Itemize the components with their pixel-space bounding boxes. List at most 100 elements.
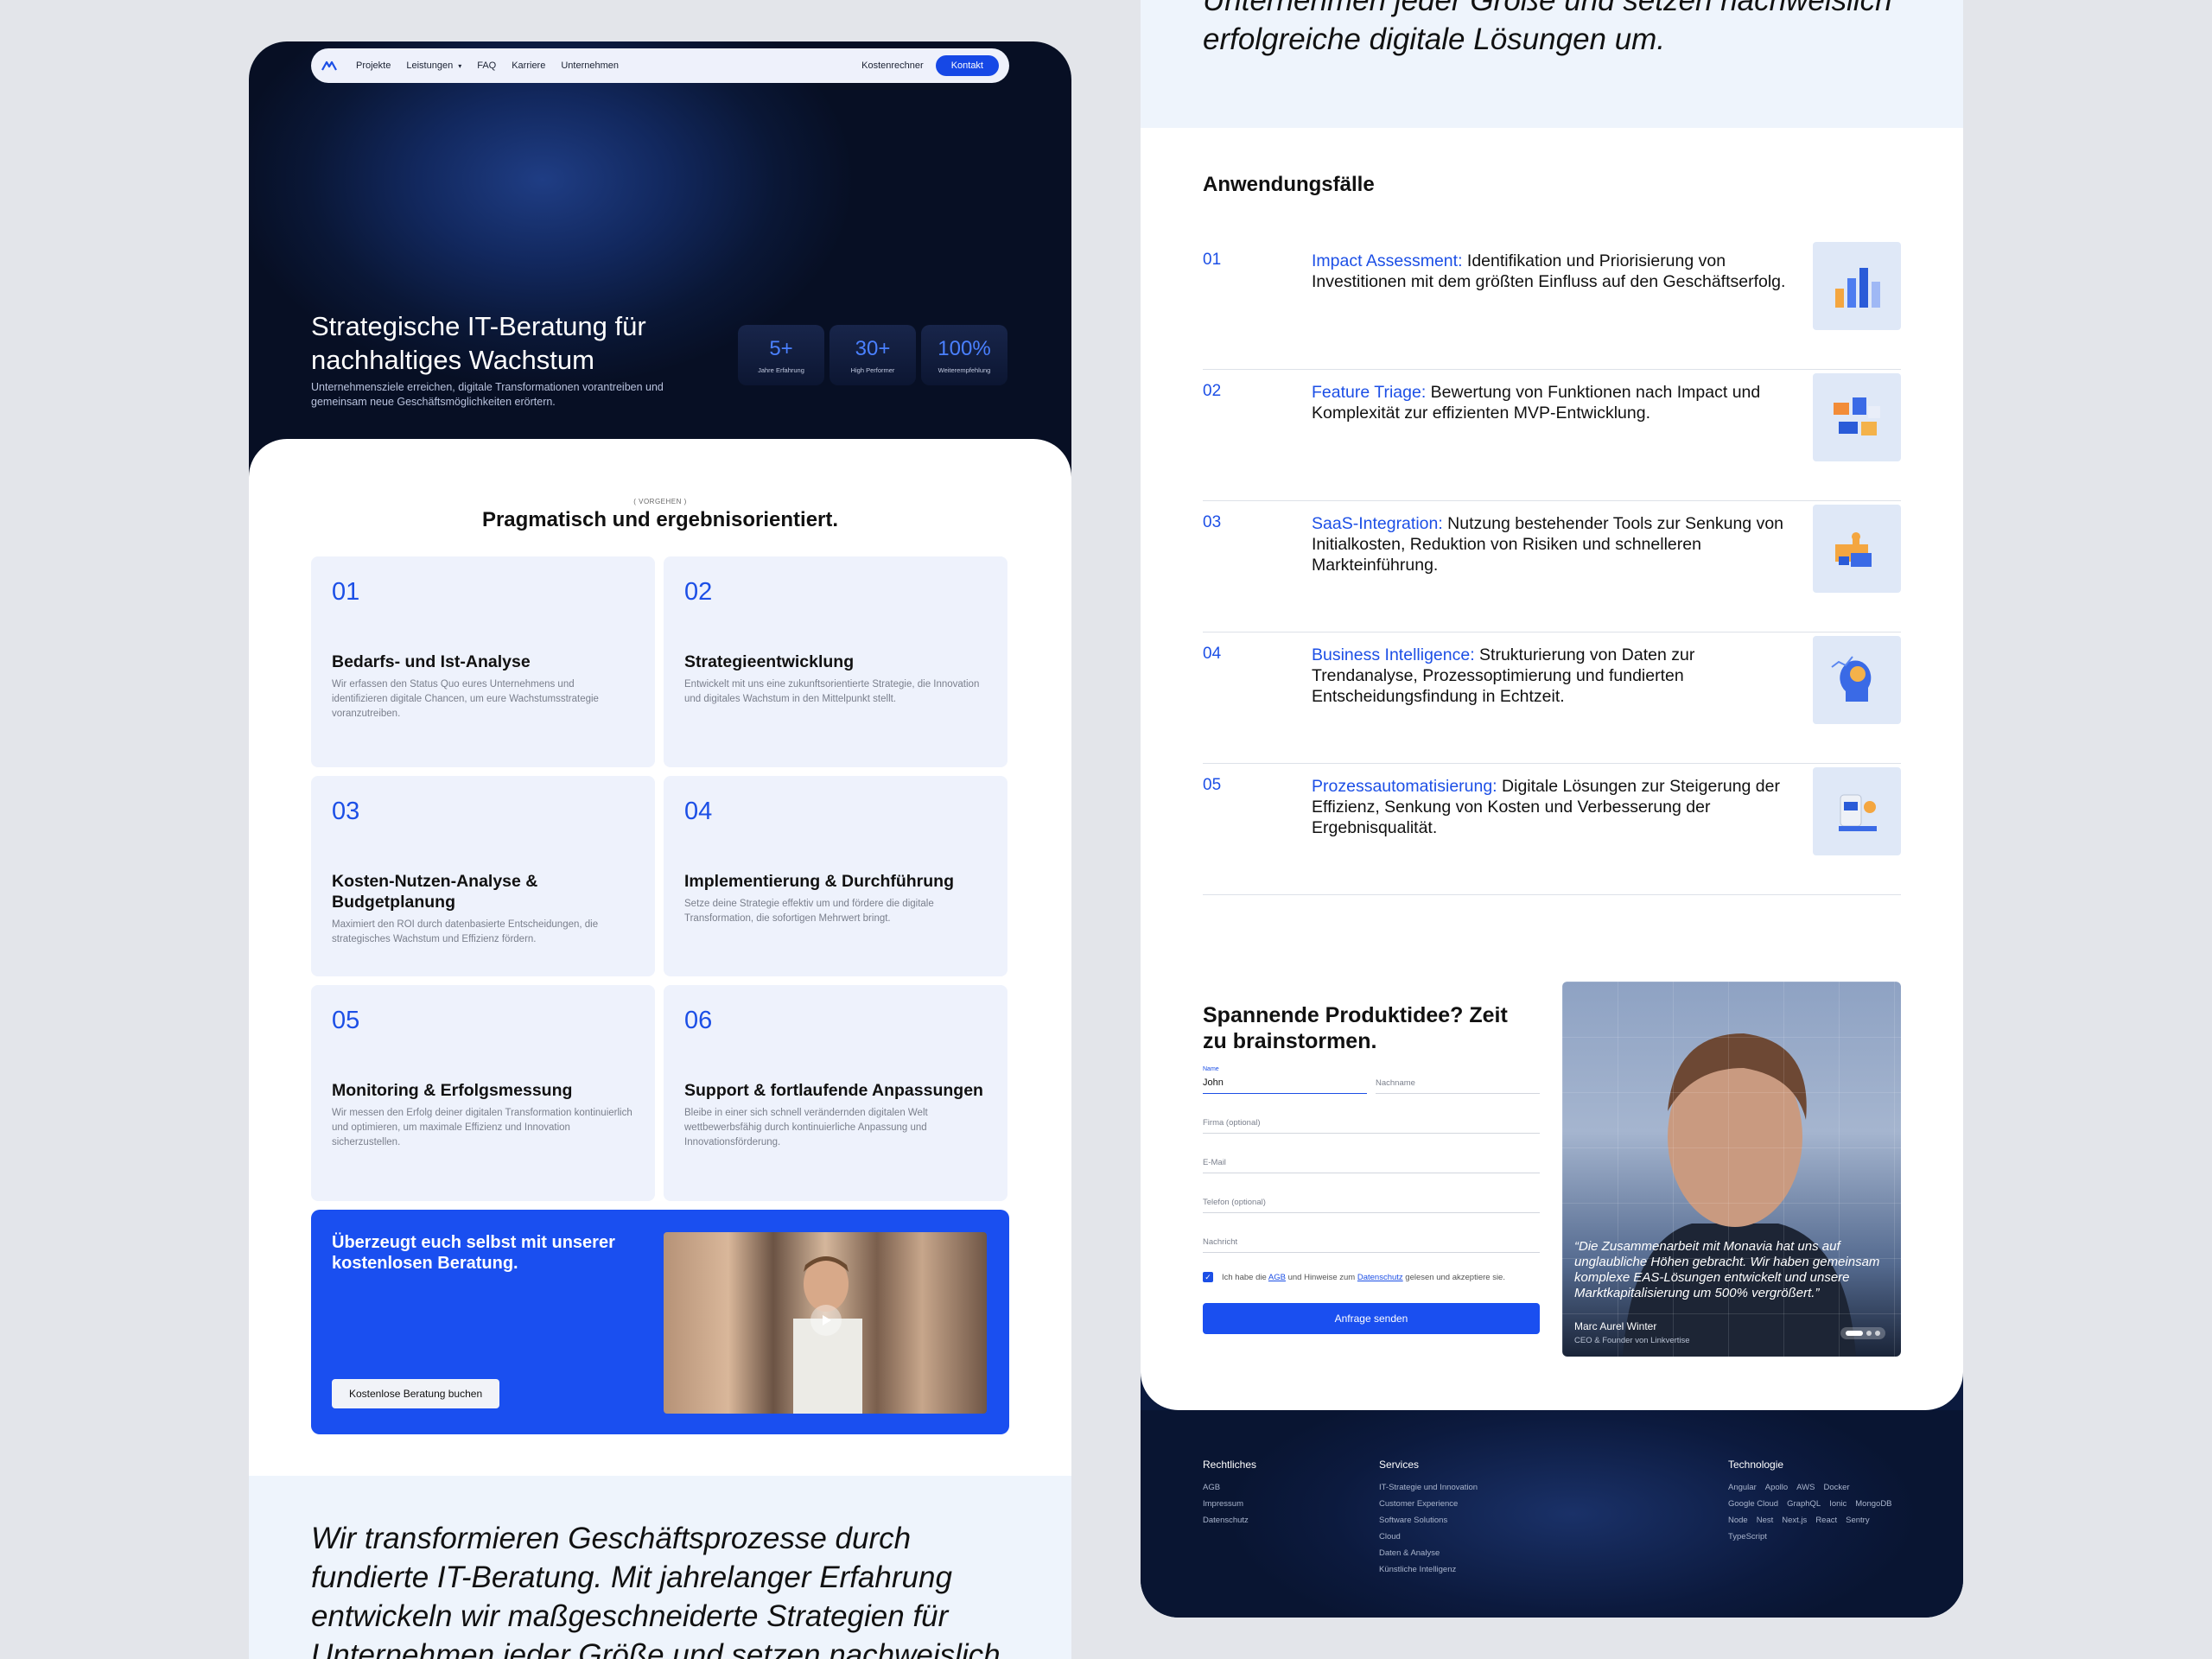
tech-item[interactable]: Apollo xyxy=(1765,1479,1788,1496)
nav-link-faq[interactable]: FAQ xyxy=(477,60,496,71)
first-name-field[interactable]: Name John xyxy=(1203,1066,1367,1094)
tech-item[interactable]: TypeScript xyxy=(1728,1529,1767,1545)
footer-link[interactable]: IT-Strategie und Innovation xyxy=(1379,1479,1478,1496)
usecase-text: Impact Assessment: Identifikation und Pr… xyxy=(1312,251,1796,292)
testimonial-author: Marc Aurel Winter xyxy=(1574,1320,1657,1332)
consent-row: ✓ Ich habe die AGB und Hinweise zum Date… xyxy=(1203,1272,1505,1282)
step-title: Implementierung & Durchführung xyxy=(684,872,954,891)
step-description: Bleibe in einer sich schnell verändernde… xyxy=(684,1108,928,1147)
footer-link[interactable]: Daten & Analyse xyxy=(1379,1545,1478,1561)
carousel-dot[interactable] xyxy=(1866,1331,1872,1336)
usecase-text: Business Intelligence: Strukturierung vo… xyxy=(1312,645,1796,707)
tech-item[interactable]: MongoDB xyxy=(1855,1496,1891,1512)
last-name-field[interactable]: Nachname xyxy=(1376,1068,1540,1094)
consent-text-part: und Hinweise zum xyxy=(1285,1272,1357,1282)
step-number: 05 xyxy=(332,1007,360,1034)
book-consultation-button[interactable]: Kostenlose Beratung buchen xyxy=(332,1379,500,1408)
consent-checkbox[interactable]: ✓ xyxy=(1203,1272,1213,1282)
email-field[interactable]: E-Mail xyxy=(1203,1147,1540,1173)
footer: Rechtliches AGB Impressum Datenschutz Se… xyxy=(1141,1410,1963,1618)
usecase-number: 05 xyxy=(1203,776,1222,794)
usecase-keyword: Feature Triage: xyxy=(1312,383,1427,402)
stat-label: Jahre Erfahrung xyxy=(758,366,804,374)
contact-button[interactable]: Kontakt xyxy=(935,55,999,76)
step-description: Setze deine Strategie effektiv um und fö… xyxy=(684,899,934,924)
tech-item[interactable]: Google Cloud xyxy=(1728,1496,1778,1512)
stats-row: 5+ Jahre Erfahrung 30+ High Performer 100%… xyxy=(738,325,1007,385)
nav-link-projekte[interactable]: Projekte xyxy=(356,60,391,71)
play-icon[interactable] xyxy=(810,1305,842,1336)
hero-title: Strategische IT-Beratung für nachhaltige… xyxy=(311,311,646,375)
video-thumbnail[interactable] xyxy=(664,1232,987,1414)
usecase-text: Feature Triage: Bewertung von Funktionen… xyxy=(1312,382,1796,423)
tech-item[interactable]: Ionic xyxy=(1829,1496,1847,1512)
hero-subtitle: Unternehmensziele erreichen, digitale Tr… xyxy=(311,381,664,408)
footer-link[interactable]: Künstliche Intelligenz xyxy=(1379,1561,1478,1578)
agb-link[interactable]: AGB xyxy=(1268,1273,1286,1282)
step-number: 04 xyxy=(684,798,713,825)
submit-button[interactable]: Anfrage senden xyxy=(1203,1303,1540,1334)
consent-text-part: Ich habe die xyxy=(1222,1272,1268,1282)
footer-link-agb[interactable]: AGB xyxy=(1203,1479,1256,1496)
footer-link[interactable]: Software Solutions xyxy=(1379,1512,1478,1529)
tech-item[interactable]: Docker xyxy=(1823,1479,1849,1496)
carousel-pagination[interactable] xyxy=(1840,1327,1885,1339)
left-page-panel: Projekte Leistungen ▾ FAQ Karriere Untern… xyxy=(249,41,1071,1659)
tech-list: Angular Apollo AWS Docker Google Cloud G… xyxy=(1728,1479,1901,1545)
usecase-row: 03 SaaS-Integration: Nutzung bestehender… xyxy=(1203,503,1901,632)
tech-item[interactable]: Sentry xyxy=(1846,1512,1869,1529)
nav-link-karriere[interactable]: Karriere xyxy=(512,60,545,71)
carousel-dot-active[interactable] xyxy=(1846,1331,1863,1336)
footer-link[interactable]: Cloud xyxy=(1379,1529,1478,1545)
statement-section: Unternehmen jeder Größe und setzen nachw… xyxy=(1141,0,1963,128)
process-step-card: 01 Bedarfs- und Ist-Analyse Wir erfassen… xyxy=(311,556,655,767)
footer-column-legal: Rechtliches AGB Impressum Datenschutz xyxy=(1203,1459,1256,1529)
nav-link-kostenrechner[interactable]: Kostenrechner xyxy=(861,60,924,71)
company-field[interactable]: Firma (optional) xyxy=(1203,1108,1540,1134)
usecase-number: 01 xyxy=(1203,251,1222,269)
tech-item[interactable]: Next.js xyxy=(1782,1512,1807,1529)
footer-link[interactable]: Customer Experience xyxy=(1379,1496,1478,1512)
section-eyebrow: ( VORGEHEN ) xyxy=(633,498,687,505)
tech-item[interactable]: React xyxy=(1815,1512,1837,1529)
process-step-card: 02 Strategieentwicklung Entwickelt mit u… xyxy=(664,556,1007,767)
footer-column-title: Services xyxy=(1379,1459,1420,1471)
step-title: Support & fortlaufende Anpassungen xyxy=(684,1081,983,1100)
usecase-number: 03 xyxy=(1203,513,1222,531)
field-placeholder: E-Mail xyxy=(1203,1158,1226,1167)
robot-icon xyxy=(1813,767,1901,855)
tech-item[interactable]: AWS xyxy=(1796,1479,1815,1496)
nav-link-leistungen[interactable]: Leistungen ▾ xyxy=(406,60,461,71)
stat-card: 5+ Jahre Erfahrung xyxy=(738,325,824,385)
field-placeholder: Nachname xyxy=(1376,1078,1415,1088)
tech-item[interactable]: Nest xyxy=(1757,1512,1774,1529)
tech-item[interactable]: GraphQL xyxy=(1787,1496,1821,1512)
nav-link-unternehmen[interactable]: Unternehmen xyxy=(561,60,619,71)
logo-icon[interactable] xyxy=(321,60,340,72)
section-title: Pragmatisch und ergebnisorientiert. xyxy=(481,508,839,531)
step-number: 03 xyxy=(332,798,360,825)
step-number: 01 xyxy=(332,578,360,606)
step-description: Wir messen den Erfolg deiner digitalen T… xyxy=(332,1108,632,1147)
footer-link-impressum[interactable]: Impressum xyxy=(1203,1496,1256,1512)
tech-item[interactable]: Node xyxy=(1728,1512,1748,1529)
privacy-link[interactable]: Datenschutz xyxy=(1357,1273,1403,1282)
field-value: John xyxy=(1203,1077,1224,1088)
carousel-dot[interactable] xyxy=(1875,1331,1880,1336)
step-title: Monitoring & Erfolgsmessung xyxy=(332,1081,573,1100)
phone-field[interactable]: Telefon (optional) xyxy=(1203,1187,1540,1213)
nav-link-label: Leistungen xyxy=(406,60,454,71)
message-field[interactable]: Nachricht xyxy=(1203,1227,1540,1253)
usecases-title: Anwendungsfälle xyxy=(1203,173,1375,196)
step-number: 02 xyxy=(684,578,713,606)
stat-value: 5+ xyxy=(769,337,793,360)
stat-value: 100% xyxy=(938,337,991,360)
cta-banner: Überzeugt euch selbst mit unserer kosten… xyxy=(311,1210,1009,1434)
testimonial-card: “Die Zusammenarbeit mit Monavia hat uns … xyxy=(1562,982,1901,1357)
consent-text-part: gelesen und akzeptiere sie. xyxy=(1402,1272,1505,1282)
tech-item[interactable]: Angular xyxy=(1728,1479,1757,1496)
statement-text: Wir transformieren Geschäftsprozesse dur… xyxy=(311,1522,1001,1659)
form-title: Spannende Produktidee? Zeit zu brainstor… xyxy=(1203,1003,1508,1053)
process-step-card: 05 Monitoring & Erfolgsmessung Wir messe… xyxy=(311,985,655,1201)
footer-link-datenschutz[interactable]: Datenschutz xyxy=(1203,1512,1256,1529)
